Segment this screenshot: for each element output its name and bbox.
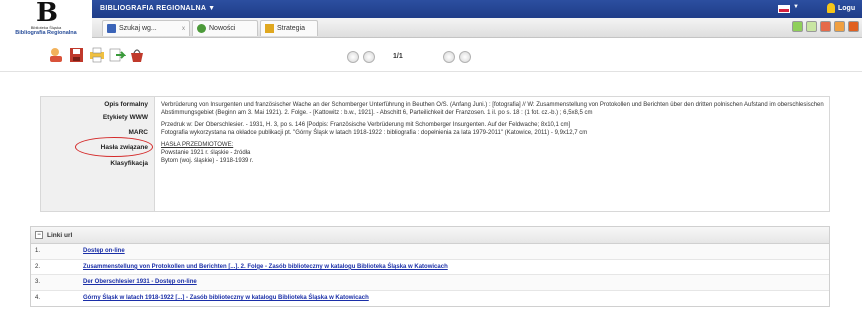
sidebar-item-classification[interactable]: Klasyfikacja: [110, 160, 148, 167]
exit-tool-icon[interactable]: [848, 21, 859, 32]
link-row: 3. Der Oberschlesier 1931 - Dostęp on-li…: [31, 275, 829, 291]
news-tab-icon: [197, 24, 206, 33]
subject-heading: Bytom (woj. śląskie) - 1918-1939 r.: [161, 158, 254, 164]
links-header[interactable]: − Linki url: [31, 227, 829, 244]
links-title: Linki url: [47, 231, 73, 239]
page-tool-icon[interactable]: [806, 21, 817, 32]
link-row: 2. Zusammenstellung von Protokollen und …: [31, 260, 829, 275]
user-icon: [827, 3, 835, 13]
logo-app-name: Bibliografia Regionalna: [15, 30, 77, 36]
sidebar-item-www-labels[interactable]: Etykiety WWW: [103, 114, 148, 121]
app-menu-button[interactable]: BIBLIOGRAFIA REGIONALNA ▼: [100, 5, 215, 12]
search-tab-icon: [107, 24, 116, 33]
page-indicator: 1/1: [393, 53, 403, 60]
language-flag-icon[interactable]: [778, 5, 790, 13]
app-logo: B Biblioteka Śląska Bibliografia Regiona…: [0, 0, 92, 38]
link-row: 1. Dostęp on-line: [31, 244, 829, 260]
sidebar-item-marc[interactable]: MARC: [129, 129, 149, 136]
record-sidebar: Opis formalny Etykiety WWW MARC Hasła zw…: [41, 97, 155, 211]
tab-search-label: Szukaj wg...: [119, 25, 157, 32]
record-paragraph: Przedruk w: Der Oberschlesier. - 1931, H…: [161, 122, 571, 128]
tab-strategy[interactable]: Strategia: [260, 20, 318, 36]
print-icon[interactable]: [88, 47, 106, 63]
link-number: 1.: [35, 248, 41, 255]
record-toolbar: 1/1: [0, 38, 862, 72]
strategy-tab-icon: [265, 24, 274, 33]
previous-page-button[interactable]: [363, 51, 375, 63]
login-label: Logu: [838, 4, 856, 12]
links-panel: − Linki url 1. Dostęp on-line 2. Zusamme…: [30, 226, 830, 307]
tab-news-label: Nowości: [209, 25, 236, 32]
last-page-button[interactable]: [459, 51, 471, 63]
link-row: 4. Górny Śląsk w latach 1918-1922 [...] …: [31, 291, 829, 307]
logo-mark: B: [36, 0, 58, 28]
record-paragraph: Fotografia wykorzystana na okładce publi…: [161, 130, 588, 136]
link-catalog-gorny-slask[interactable]: Górny Śląsk w latach 1918-1922 [...] - Z…: [83, 295, 369, 301]
first-page-button[interactable]: [347, 51, 359, 63]
tab-close-icon[interactable]: x: [182, 26, 185, 32]
tab-bar: Szukaj wg... x Nowości Strategia: [92, 18, 862, 38]
next-page-button[interactable]: [443, 51, 455, 63]
subject-headings-title: HASŁA PRZEDMIOTOWE:: [161, 142, 234, 148]
user-record-icon[interactable]: [48, 47, 66, 63]
link-number: 4.: [35, 295, 41, 302]
link-oberschlesier-online[interactable]: Der Oberschlesier 1931 - Dostęp on-line: [83, 279, 197, 285]
highlight-circle: [75, 137, 153, 157]
tab-strategy-label: Strategia: [277, 25, 306, 32]
record-paragraph: Verbrüderung von Insurgenten und französ…: [161, 102, 824, 116]
export-icon[interactable]: [108, 47, 127, 63]
links-list: 1. Dostęp on-line 2. Zusammenstellung vo…: [31, 244, 829, 306]
subject-heading: Powstanie 1921 r. śląskie - źródła: [161, 150, 251, 156]
record-description: Verbrüderung von Insurgenten und französ…: [161, 101, 825, 165]
link-number: 2.: [35, 263, 41, 270]
record-panel: Opis formalny Etykiety WWW MARC Hasła zw…: [40, 96, 830, 212]
green-tool-icon[interactable]: [792, 21, 803, 32]
link-online-access[interactable]: Dostęp on-line: [83, 248, 125, 254]
red-tool-icon[interactable]: [820, 21, 831, 32]
sidebar-item-formal-description[interactable]: Opis formalny: [104, 101, 148, 108]
tab-search[interactable]: Szukaj wg... x: [102, 20, 190, 36]
collapse-icon[interactable]: −: [35, 231, 43, 239]
basket-icon[interactable]: [128, 47, 146, 63]
tab-news[interactable]: Nowości: [192, 20, 258, 36]
link-catalog-protocols[interactable]: Zusammenstellung von Protokollen und Ber…: [83, 264, 448, 270]
save-icon[interactable]: [68, 47, 86, 63]
language-dropdown-caret[interactable]: ▼: [793, 4, 799, 10]
orange-tool-icon[interactable]: [834, 21, 845, 32]
top-bar: BIBLIOGRAFIA REGIONALNA ▼ ▼ Logu: [92, 0, 862, 18]
login-button[interactable]: Logu: [827, 3, 855, 13]
link-number: 3.: [35, 279, 41, 286]
